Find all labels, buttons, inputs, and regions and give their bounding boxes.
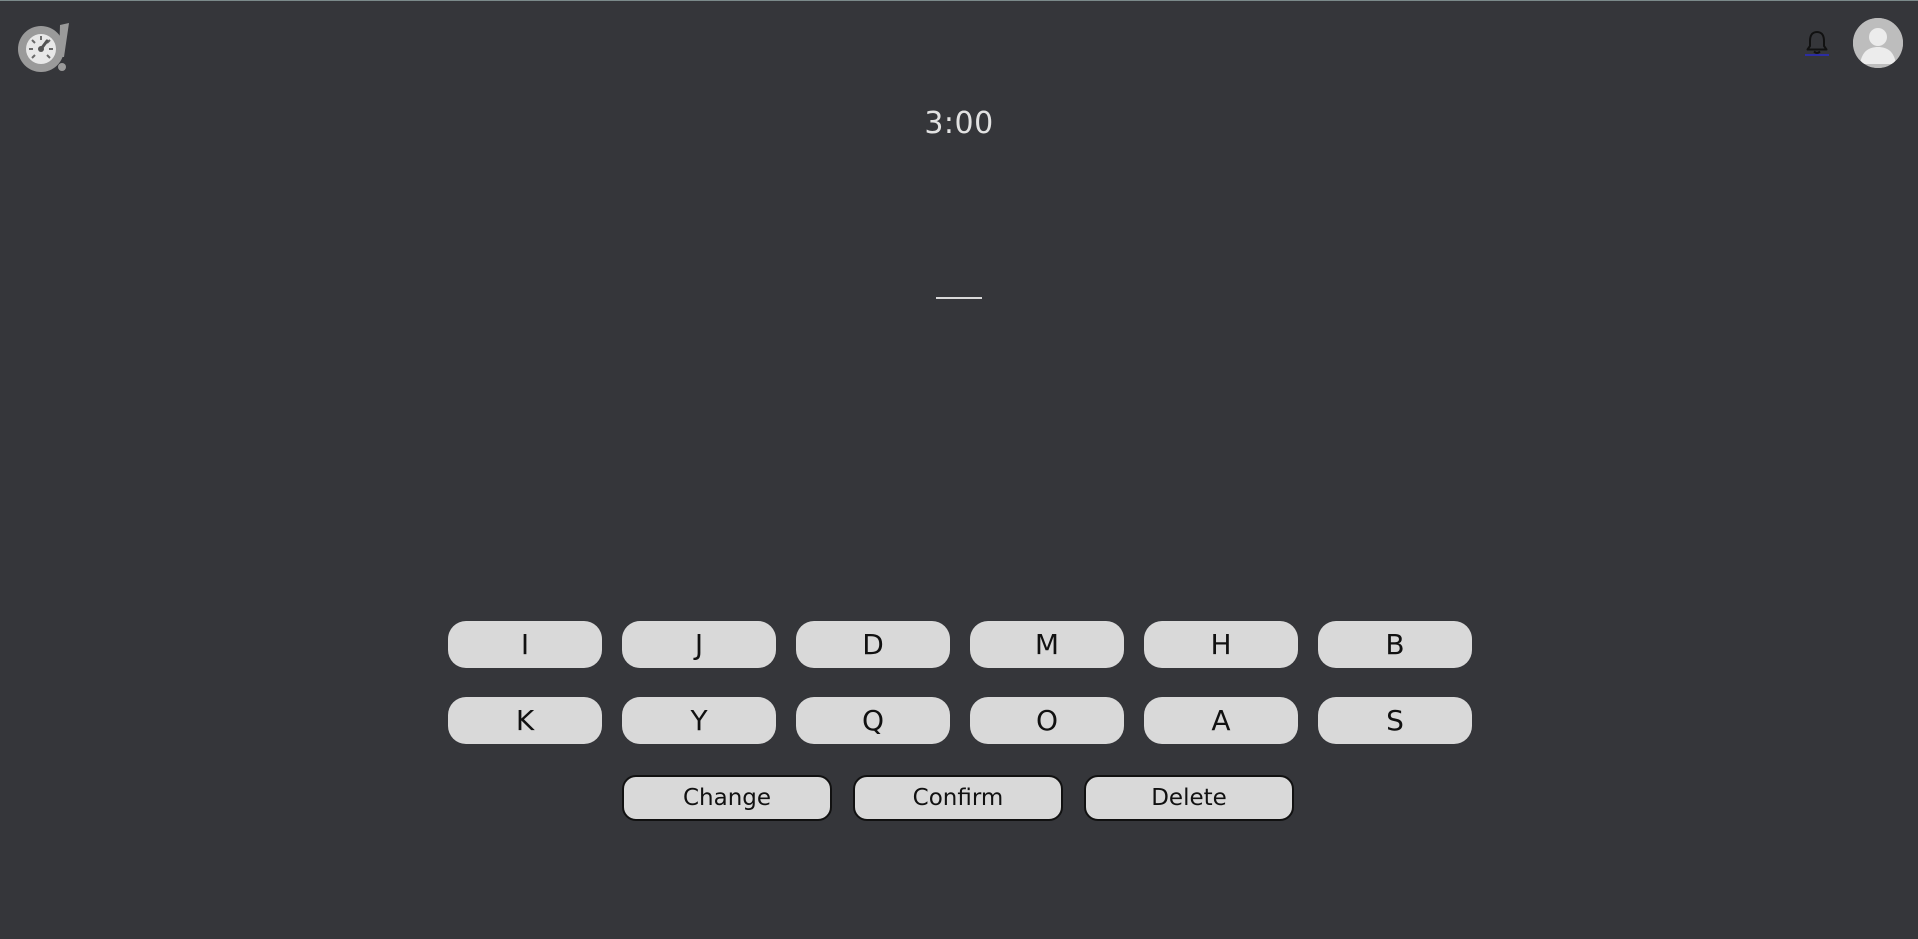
action-button-row: Change Confirm Delete <box>622 775 1294 821</box>
letter-tile[interactable]: S <box>1318 697 1472 744</box>
letter-tile[interactable]: M <box>970 621 1124 668</box>
confirm-button[interactable]: Confirm <box>853 775 1063 821</box>
letter-tile[interactable]: I <box>448 621 602 668</box>
letter-tile-grid: I J D M H B K Y Q O A S <box>448 621 1472 744</box>
countdown-timer: 3:00 <box>924 106 994 141</box>
letter-tile[interactable]: K <box>448 697 602 744</box>
user-avatar-icon[interactable] <box>1853 18 1903 68</box>
change-button[interactable]: Change <box>622 775 832 821</box>
app-logo-icon[interactable] <box>16 19 74 75</box>
letter-tile[interactable]: Q <box>796 697 950 744</box>
letter-tile[interactable]: Y <box>622 697 776 744</box>
letter-tile[interactable]: O <box>970 697 1124 744</box>
letter-tile[interactable]: H <box>1144 621 1298 668</box>
letter-tile[interactable]: J <box>622 621 776 668</box>
delete-button[interactable]: Delete <box>1084 775 1294 821</box>
letter-tile[interactable]: A <box>1144 697 1298 744</box>
answer-slot-underline <box>936 297 982 299</box>
letter-tile[interactable]: B <box>1318 621 1472 668</box>
letter-tile[interactable]: D <box>796 621 950 668</box>
bell-icon[interactable] <box>1801 27 1833 59</box>
